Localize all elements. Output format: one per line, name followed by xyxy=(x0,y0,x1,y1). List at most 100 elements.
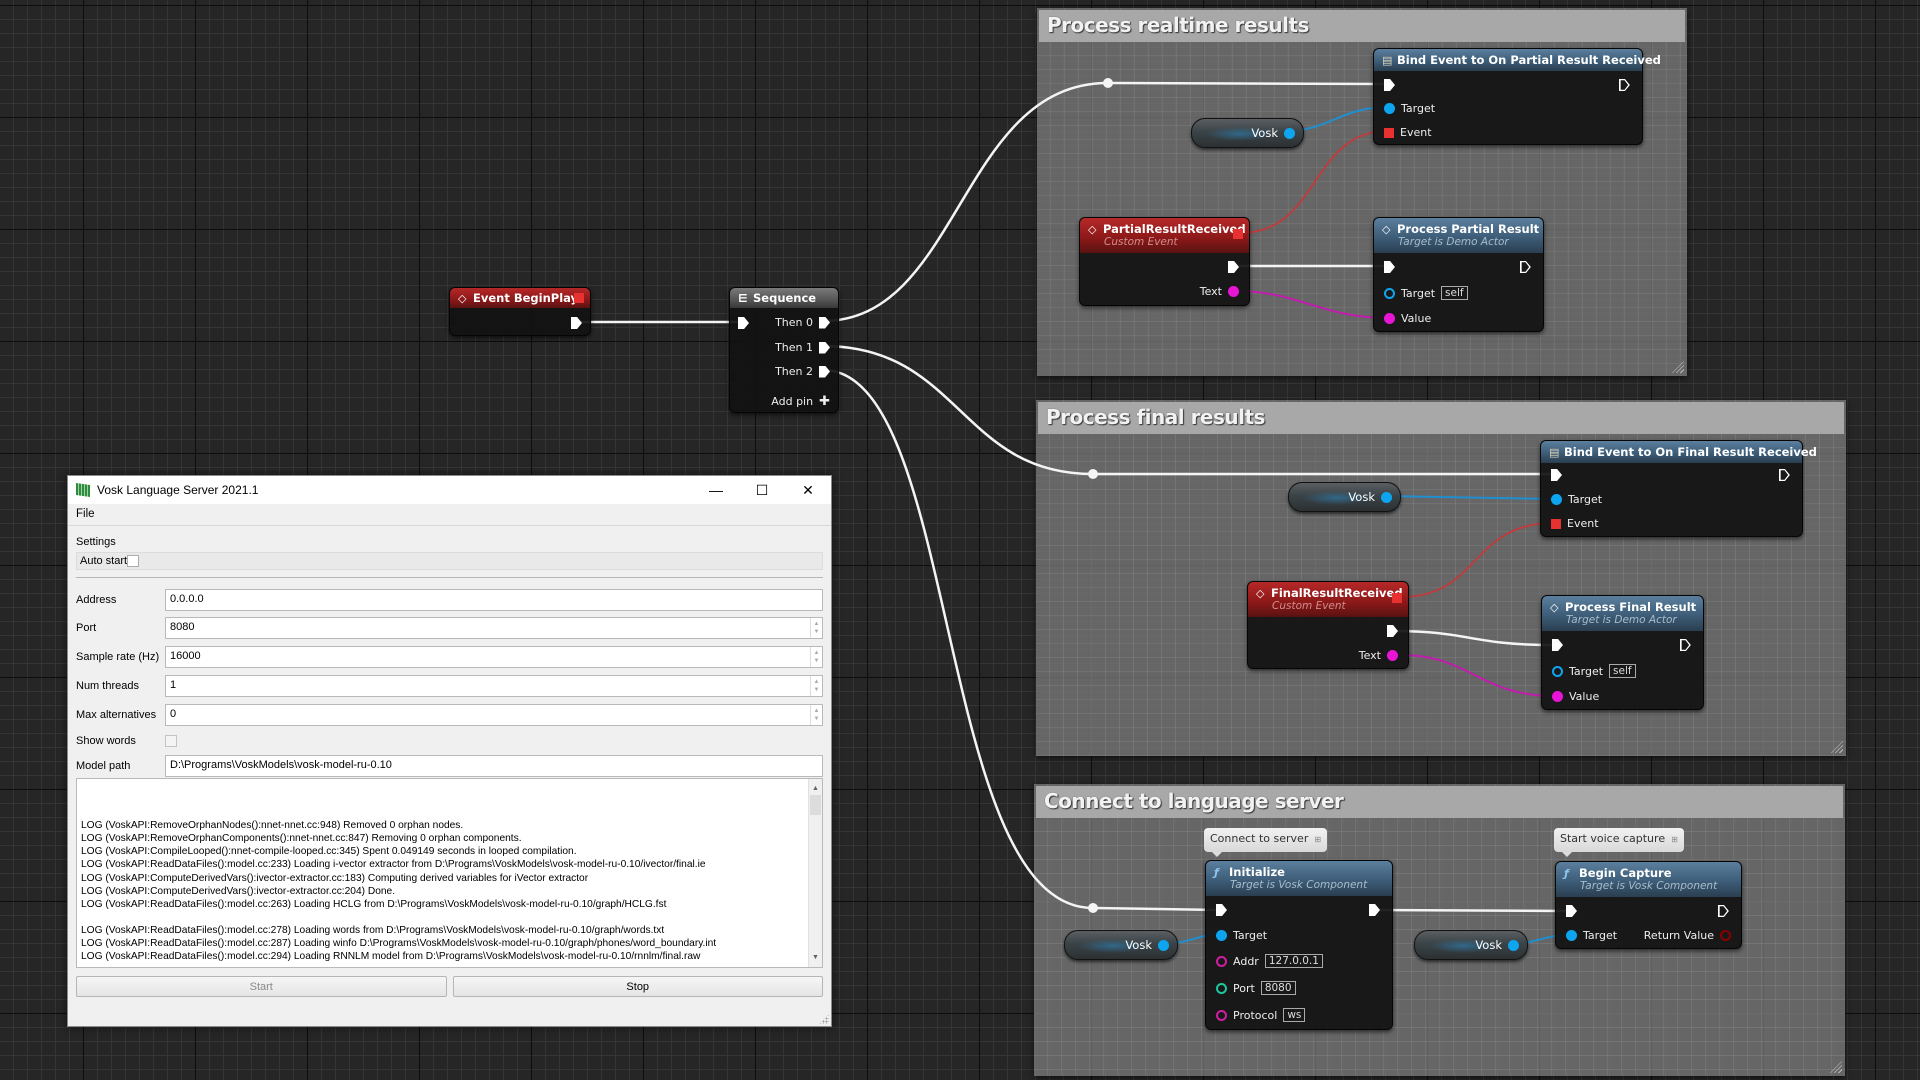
process-partial-result-node[interactable]: ◇ Process Partial Result Target is Demo A… xyxy=(1373,217,1544,332)
resize-grip[interactable] xyxy=(1672,361,1684,373)
minimize-button[interactable]: — xyxy=(693,476,739,504)
resize-grip[interactable] xyxy=(1831,741,1843,753)
protocol-input[interactable]: ws xyxy=(1283,1008,1306,1022)
exec-out-pin[interactable] xyxy=(819,316,830,329)
node-comment-bubble[interactable]: Start voice capture ⊞ xyxy=(1554,828,1684,857)
vosk-variable-node[interactable]: Vosk xyxy=(1064,930,1178,960)
exec-in-pin[interactable] xyxy=(1216,904,1227,916)
scroll-up-icon[interactable]: ▲ xyxy=(812,782,819,795)
exec-out-pin[interactable] xyxy=(1718,905,1729,917)
text-pin[interactable] xyxy=(1552,691,1563,702)
string-pin[interactable] xyxy=(1216,1009,1227,1021)
delegate-pin[interactable] xyxy=(1384,127,1394,138)
spin-arrows-icon[interactable]: ▲ ▼ xyxy=(810,676,822,696)
delegate-pin[interactable] xyxy=(1392,593,1402,603)
text-pin[interactable] xyxy=(1387,650,1398,661)
stop-button[interactable]: Stop xyxy=(452,976,823,997)
pin-bubble-icon[interactable]: ⊞ xyxy=(1671,835,1678,844)
target-default-value[interactable]: self xyxy=(1609,664,1636,678)
sequence-node[interactable]: ⋿ Sequence Then 0 Then 1 Then 2 Add pin ✚ xyxy=(729,287,839,413)
comment-title[interactable]: Process realtime results xyxy=(1039,10,1685,42)
bool-return-pin[interactable] xyxy=(1720,930,1731,941)
node-comment-bubble[interactable]: Connect to server ⊞ xyxy=(1204,828,1328,857)
object-pin[interactable] xyxy=(1216,930,1227,941)
spin-arrows-icon[interactable]: ▲ ▼ xyxy=(810,705,822,725)
begin-capture-node[interactable]: ƒ Begin Capture Target is Vosk Component … xyxy=(1555,861,1742,949)
max-alternatives-spinbox[interactable]: 0 ▲ ▼ xyxy=(165,704,823,726)
close-button[interactable]: ✕ xyxy=(785,476,831,504)
object-pin[interactable] xyxy=(1551,494,1562,505)
object-pin[interactable] xyxy=(1384,287,1395,299)
string-pin[interactable] xyxy=(1216,955,1227,967)
exec-out-pin[interactable] xyxy=(819,341,830,354)
delegate-pin[interactable] xyxy=(1551,518,1561,529)
exec-out-pin[interactable] xyxy=(819,365,830,378)
comment-title[interactable]: Process final results xyxy=(1038,402,1844,434)
auto-start-checkbox[interactable] xyxy=(127,555,140,567)
node-title: Initialize xyxy=(1229,865,1285,879)
object-pin[interactable] xyxy=(1508,939,1519,951)
object-pin[interactable] xyxy=(1566,930,1577,941)
exec-in-pin[interactable] xyxy=(738,317,749,329)
exec-in-pin[interactable] xyxy=(1384,261,1395,273)
window-resize-grip[interactable] xyxy=(819,1014,829,1024)
bind-event-partial-node[interactable]: ▤ Bind Event to On Partial Result Receive… xyxy=(1373,48,1661,145)
delegate-pin[interactable] xyxy=(1233,229,1243,239)
exec-out-pin[interactable] xyxy=(1619,79,1630,91)
maximize-button[interactable]: ☐ xyxy=(739,476,785,504)
scroll-down-icon[interactable]: ▼ xyxy=(812,951,819,964)
spin-arrows-icon[interactable]: ▲ ▼ xyxy=(810,618,822,638)
exec-in-pin[interactable] xyxy=(1384,79,1395,91)
spin-arrows-icon[interactable]: ▲ ▼ xyxy=(810,647,822,667)
model-path-input[interactable]: D:\Programs\VoskModels\vosk-model-ru-0.1… xyxy=(165,755,823,777)
vosk-variable-node[interactable]: Vosk xyxy=(1414,930,1528,960)
text-pin[interactable] xyxy=(1228,286,1239,297)
exec-in-pin[interactable] xyxy=(1566,905,1577,917)
exec-out-pin[interactable] xyxy=(1680,639,1691,651)
scroll-thumb[interactable] xyxy=(810,795,821,815)
object-pin[interactable] xyxy=(1284,127,1295,139)
show-words-checkbox[interactable] xyxy=(165,735,177,747)
addr-input[interactable]: 127.0.0.1 xyxy=(1264,954,1323,968)
menu-file[interactable]: File xyxy=(76,508,95,520)
object-pin[interactable] xyxy=(1384,103,1395,114)
start-button[interactable]: Start xyxy=(76,976,447,997)
address-input[interactable]: 0.0.0.0 xyxy=(165,589,823,611)
vosk-variable-node[interactable]: Vosk xyxy=(1288,482,1401,512)
object-pin[interactable] xyxy=(1158,939,1169,951)
add-pin-button[interactable]: Add pin ✚ xyxy=(771,394,830,409)
target-default-value[interactable]: self xyxy=(1441,286,1468,300)
port-input[interactable]: 8080 xyxy=(1260,981,1296,995)
num-threads-spinbox[interactable]: 1 ▲ ▼ xyxy=(165,675,823,697)
sample-rate-spinbox[interactable]: 16000 ▲ ▼ xyxy=(165,646,823,668)
int-pin[interactable] xyxy=(1216,982,1227,994)
delegate-pin[interactable] xyxy=(574,293,584,303)
final-result-received-event-node[interactable]: ◇ FinalResultReceived Custom Event Text xyxy=(1247,581,1409,669)
pin-label: Value xyxy=(1569,690,1600,703)
exec-out-pin[interactable] xyxy=(1779,469,1790,481)
exec-out-pin[interactable] xyxy=(1228,261,1239,273)
exec-out-pin[interactable] xyxy=(1520,261,1531,273)
bind-event-final-node[interactable]: ▤ Bind Event to On Final Result Received … xyxy=(1540,440,1817,537)
initialize-node[interactable]: ƒ Initialize Target is Vosk Component Tar… xyxy=(1205,860,1393,1030)
log-scrollbar[interactable]: ▲ ▼ xyxy=(808,779,822,967)
text-pin[interactable] xyxy=(1384,313,1395,324)
event-beginplay-node[interactable]: ◇ Event BeginPlay xyxy=(449,287,591,336)
port-spinbox[interactable]: 8080 ▲ ▼ xyxy=(165,617,823,639)
exec-out-pin[interactable] xyxy=(571,317,582,329)
window-titlebar[interactable]: Vosk Language Server 2021.1 — ☐ ✕ xyxy=(68,476,831,504)
process-final-result-node[interactable]: ◇ Process Final Result Target is Demo Act… xyxy=(1541,595,1704,710)
comment-title[interactable]: Connect to language server xyxy=(1036,786,1843,818)
log-output[interactable]: LOG (VoskAPI:RemoveOrphanNodes():nnet-nn… xyxy=(76,778,823,968)
partial-result-received-event-node[interactable]: ◇ PartialResultReceived Custom Event Text xyxy=(1079,217,1250,306)
resize-grip[interactable] xyxy=(1830,1061,1842,1073)
vosk-variable-node[interactable]: Vosk xyxy=(1191,118,1304,148)
object-pin[interactable] xyxy=(1552,665,1563,677)
exec-out-pin[interactable] xyxy=(1387,625,1398,637)
exec-in-pin[interactable] xyxy=(1552,639,1563,651)
exec-in-pin[interactable] xyxy=(1551,469,1562,481)
exec-out-pin[interactable] xyxy=(1369,904,1380,916)
vosk-language-server-window[interactable]: Vosk Language Server 2021.1 — ☐ ✕ File S… xyxy=(67,475,832,1027)
pin-bubble-icon[interactable]: ⊞ xyxy=(1314,835,1321,844)
object-pin[interactable] xyxy=(1381,491,1392,503)
